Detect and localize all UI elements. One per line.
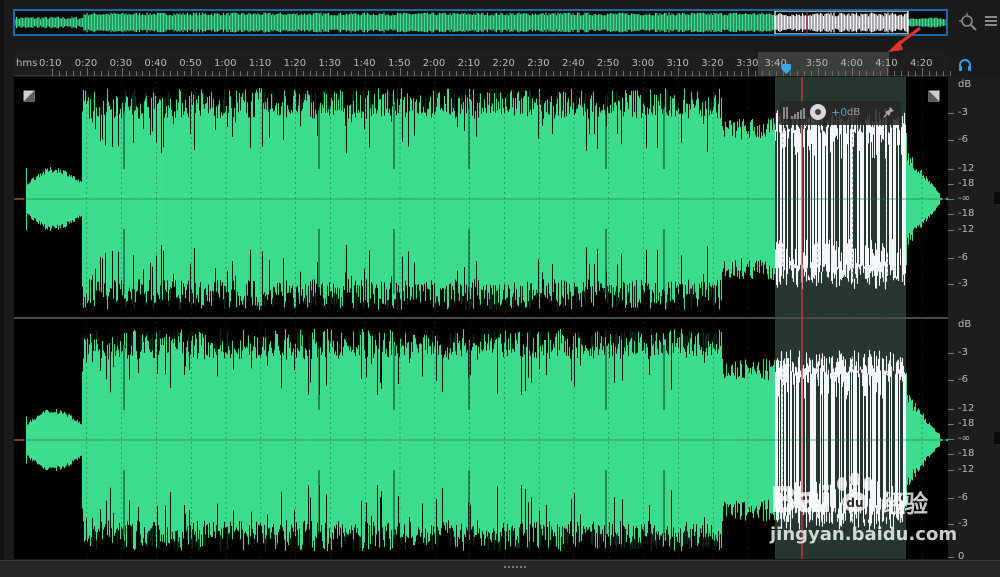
db-scale-label: -18 <box>958 178 975 189</box>
db-scale-label: -3 <box>958 347 968 358</box>
db-scale-label: dB <box>958 79 972 90</box>
channel-divider <box>14 317 948 319</box>
db-scale-label: -6 <box>958 252 968 263</box>
zoom-icon[interactable] <box>958 12 978 32</box>
headphone-icon[interactable] <box>957 57 973 73</box>
amplitude-hud[interactable]: +0 dB <box>779 101 901 125</box>
channel2-edge-marker <box>994 432 1000 444</box>
db-scale-label: -12 <box>958 224 975 235</box>
fade-in-handle-icon[interactable] <box>23 90 35 102</box>
db-scale-label: -12 <box>958 403 975 414</box>
db-scale-label: -18 <box>958 448 975 459</box>
pin-icon[interactable] <box>883 106 895 118</box>
watermark-url: jingyan.baidu.com <box>770 524 958 545</box>
channel1-edge-marker <box>994 192 1000 204</box>
ruler-tick-label: 0:10 <box>39 58 62 69</box>
paw-logo-icon: du <box>837 472 873 512</box>
overview-waveform[interactable] <box>13 9 948 36</box>
db-scale-label: -12 <box>958 163 975 174</box>
db-scale-label: -18 <box>958 208 975 219</box>
hud-grip-icon[interactable] <box>783 107 789 119</box>
hud-level-meter-icon <box>791 108 805 119</box>
db-scale-label: -12 <box>958 464 975 475</box>
gain-unit: dB <box>847 107 861 118</box>
watermark: Bai 经验 du jingyan.baidu.com <box>770 468 957 558</box>
db-scale-label: dB <box>958 319 972 330</box>
gain-knob-icon[interactable] <box>809 103 827 121</box>
db-scale-label: -3 <box>958 518 968 529</box>
gain-value[interactable]: +0 <box>831 106 847 119</box>
fade-out-handle-icon[interactable] <box>928 90 940 102</box>
overview-waveform-graphic <box>15 11 946 34</box>
amplitude-scale: dB -3 -6 -12 -18 -∞ -18 -12 -6 -3 dB -3 -6 -12 -18 -∞ -1… <box>948 77 1000 562</box>
time-format-label[interactable]: hms <box>16 58 37 69</box>
db-scale-label: -3 <box>958 107 968 118</box>
left-edge <box>0 0 4 577</box>
db-scale-label: -18 <box>958 418 975 429</box>
resize-grip-icon[interactable] <box>504 564 528 570</box>
svg-text:du: du <box>846 496 863 510</box>
horizontal-scrollbar[interactable] <box>0 560 1000 577</box>
db-scale-label: -3 <box>958 278 968 289</box>
db-scale-label: -∞ <box>958 433 970 444</box>
db-scale-label: -∞ <box>958 193 970 204</box>
panel-menu-icon[interactable] <box>984 14 998 28</box>
db-scale-label: -6 <box>958 134 968 145</box>
timeline-ruler[interactable]: hms 0:10 0:20 0:30 0:40 0:50 1:00 1:10 1:20 1:30… <box>14 52 951 76</box>
annotation-arrow-icon <box>888 26 921 52</box>
db-scale-label: -6 <box>958 374 968 385</box>
db-scale-label: -6 <box>958 492 968 503</box>
